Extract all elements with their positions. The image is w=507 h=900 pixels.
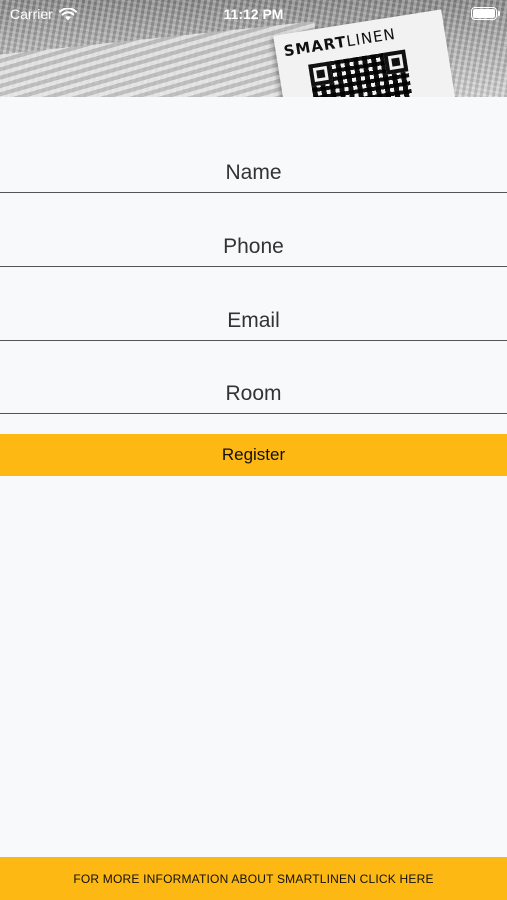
more-info-label: FOR MORE INFORMATION ABOUT SMARTLINEN CL… [73, 871, 434, 886]
name-field[interactable] [0, 153, 507, 193]
phone-field[interactable] [0, 227, 507, 267]
qr-finder [308, 61, 334, 87]
qr-finder [383, 49, 409, 75]
qr-code [308, 49, 415, 97]
battery-icon [471, 7, 500, 20]
status-time: 11:12 PM [223, 6, 284, 22]
status-bar: Carrier 11:12 PM [0, 0, 507, 28]
email-field[interactable] [0, 301, 507, 341]
more-info-link[interactable]: FOR MORE INFORMATION ABOUT SMARTLINEN CL… [0, 857, 507, 900]
register-button[interactable]: Register [0, 434, 507, 476]
room-field[interactable] [0, 374, 507, 414]
